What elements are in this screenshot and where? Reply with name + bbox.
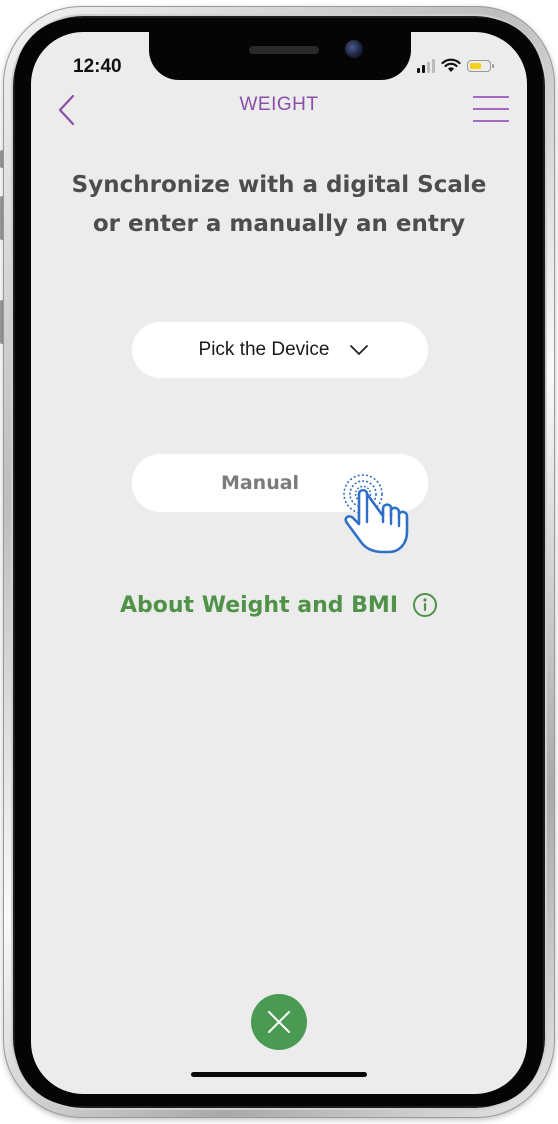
phone-mockup: 12:40 WEIGHT Synchronize with a digital …: [0, 0, 558, 1124]
battery-level: [470, 62, 481, 69]
hamburger-menu-icon[interactable]: [473, 94, 509, 124]
wifi-icon: [441, 58, 461, 72]
signal-icon: [417, 58, 435, 73]
page-headline: Synchronize with a digital Scale or ente…: [71, 172, 487, 237]
page-title: WEIGHT: [239, 94, 319, 115]
manual-button-label: Manual: [220, 472, 300, 494]
app-screen: 12:40 WEIGHT Synchronize with a digital …: [31, 32, 527, 1094]
about-weight-bmi-link[interactable]: About Weight and BMI: [31, 592, 527, 618]
close-button[interactable]: [251, 994, 307, 1050]
notch: [149, 32, 411, 80]
close-icon: [268, 1011, 290, 1033]
chevron-down-icon: [350, 345, 369, 355]
speaker-grille: [249, 46, 319, 54]
device-picker-label: Pick the Device: [198, 339, 330, 360]
device-picker-dropdown[interactable]: Pick the Device: [132, 322, 428, 378]
battery-icon: [467, 59, 494, 72]
tap-hand-icon: [343, 474, 409, 554]
status-time: 12:40: [73, 56, 122, 77]
home-indicator[interactable]: [191, 1072, 367, 1077]
status-icons: [417, 58, 494, 73]
about-link-label: About Weight and BMI: [119, 592, 399, 618]
info-icon: [413, 593, 438, 617]
front-camera: [345, 40, 363, 58]
